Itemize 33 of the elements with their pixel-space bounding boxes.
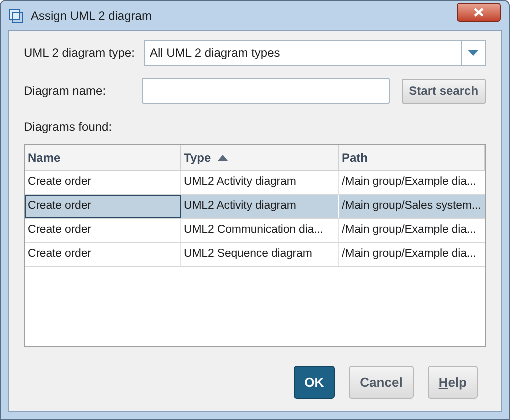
table-cell: UML2 Sequence diagram (181, 243, 339, 266)
column-header[interactable]: Name (25, 145, 181, 170)
field-label: UML 2 diagram type: (24, 45, 136, 62)
table-row[interactable]: Create order UML2 Activity diagram /Main group/Example dia... (25, 171, 485, 195)
diagram-type-dropdown[interactable]: All UML 2 diagram types (144, 40, 486, 66)
start-search-button[interactable]: Start search (402, 78, 486, 104)
close-button[interactable] (457, 3, 501, 22)
table-cell: Create order (25, 243, 181, 266)
dialog-button[interactable]: Cancel (349, 366, 414, 399)
table-cell: Create order (25, 195, 181, 218)
table-cell: UML2 Activity diagram (181, 171, 339, 194)
window-icon (9, 8, 23, 22)
table-row[interactable]: Create order UML2 Activity diagram /Main group/Sales system... (25, 195, 485, 219)
dropdown-arrow-icon (468, 50, 479, 56)
diagram-name-field[interactable] (142, 78, 390, 104)
table-cell: UML2 Communication dia... (181, 219, 339, 242)
table-cell-text: /Main group/Sales system... (341, 198, 482, 214)
close-icon (474, 8, 484, 17)
ok-button[interactable]: OK (294, 366, 336, 399)
table-cell-text: /Main group/Example dia... (341, 246, 478, 262)
dialog-button[interactable]: Help (428, 366, 478, 399)
table-cell-text: /Main group/Example dia... (341, 222, 478, 238)
table-cell: Create order (25, 219, 181, 242)
field-label: Diagram name: (24, 83, 108, 100)
window-title: Assign UML 2 diagram (31, 8, 152, 24)
results-label: Diagrams found: (24, 119, 114, 136)
table-cell: Create order (25, 171, 181, 194)
table-cell-text: /Main group/Example dia... (341, 174, 478, 190)
table-cell: UML2 Activity diagram (181, 195, 339, 218)
column-header[interactable]: Path (339, 145, 485, 170)
table-row[interactable]: Create order UML2 Sequence diagram /Main group/Example dia... (25, 243, 485, 267)
column-header[interactable]: Type (181, 145, 339, 170)
table-row[interactable]: Create order UML2 Communication dia... /Main group/Example dia... (25, 219, 485, 243)
